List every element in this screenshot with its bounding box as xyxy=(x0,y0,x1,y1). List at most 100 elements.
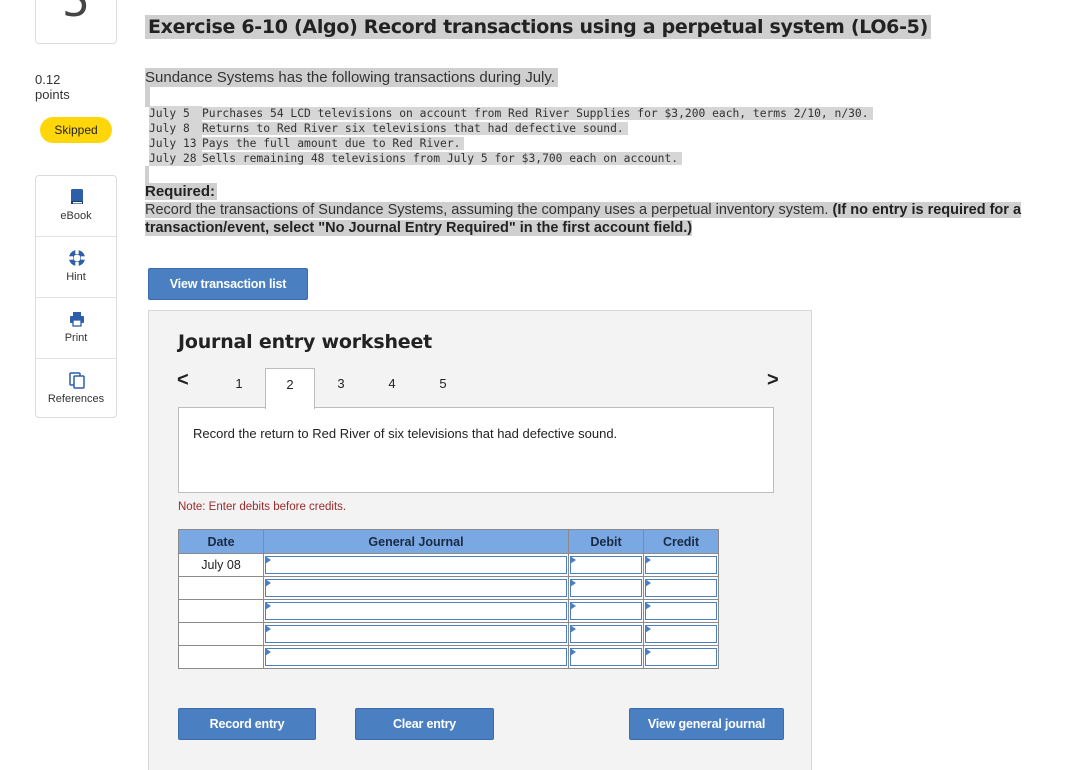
points-info: 0.12 points xyxy=(35,72,70,102)
tab-entry-5[interactable]: 5 xyxy=(418,368,468,408)
book-icon xyxy=(71,189,83,204)
status-badge: Skipped xyxy=(40,117,112,143)
debit-input[interactable] xyxy=(570,556,642,574)
table-row: July 08 xyxy=(178,553,719,577)
journal-table: Date General Journal Debit Credit July 0… xyxy=(178,529,719,669)
input-marker-icon xyxy=(570,602,576,610)
credit-cell xyxy=(643,599,719,623)
worksheet-title: Journal entry worksheet xyxy=(178,331,433,353)
debit-cell xyxy=(568,576,644,600)
input-marker-icon xyxy=(645,648,651,656)
next-entry-button[interactable]: > xyxy=(767,369,779,392)
tab-entry-4[interactable]: 4 xyxy=(367,368,417,408)
credit-input[interactable] xyxy=(645,579,717,597)
view-transaction-list-button[interactable]: View transaction list xyxy=(148,268,308,300)
date-cell xyxy=(178,599,264,623)
exercise-intro: Sundance Systems has the following trans… xyxy=(145,68,558,87)
transaction-row: July 13 Pays the full amount due to Red R… xyxy=(149,136,873,151)
record-entry-button[interactable]: Record entry xyxy=(178,708,316,740)
debit-cell xyxy=(568,553,644,577)
input-marker-icon xyxy=(645,625,651,633)
hint-button[interactable]: Hint xyxy=(36,237,116,298)
transaction-text: Sells remaining 48 televisions from July… xyxy=(202,152,683,165)
account-select[interactable] xyxy=(265,556,567,574)
account-cell xyxy=(263,576,569,600)
table-row xyxy=(178,599,719,623)
lifebuoy-icon xyxy=(69,250,85,266)
credit-cell xyxy=(643,576,719,600)
account-cell xyxy=(263,553,569,577)
view-general-journal-button[interactable]: View general journal xyxy=(629,708,784,740)
dropdown-marker-icon xyxy=(265,602,271,610)
transaction-text: Purchases 54 LCD televisions on account … xyxy=(202,107,873,120)
debit-input[interactable] xyxy=(570,602,642,620)
dropdown-marker-icon xyxy=(265,648,271,656)
prev-entry-button[interactable]: < xyxy=(177,369,189,392)
transaction-row: July 8 Returns to Red River six televisio… xyxy=(149,121,873,136)
debit-cell xyxy=(568,599,644,623)
references-button[interactable]: References xyxy=(36,359,116,420)
highlight-strip xyxy=(145,166,149,184)
account-select[interactable] xyxy=(265,602,567,620)
debit-input[interactable] xyxy=(570,648,642,666)
tab-entry-2[interactable]: 2 xyxy=(265,368,315,409)
transaction-list: July 5 Purchases 54 LCD televisions on ac… xyxy=(149,106,873,166)
credit-cell xyxy=(643,622,719,646)
input-marker-icon xyxy=(645,602,651,610)
column-header-general-journal: General Journal xyxy=(263,529,569,554)
account-cell xyxy=(263,599,569,623)
input-marker-icon xyxy=(570,648,576,656)
column-header-credit: Credit xyxy=(643,529,719,554)
credit-input[interactable] xyxy=(645,556,717,574)
print-label: Print xyxy=(64,332,88,344)
points-label: points xyxy=(35,87,70,102)
question-number-box: 5 xyxy=(35,0,117,44)
credit-input[interactable] xyxy=(645,625,717,643)
debit-cell xyxy=(568,622,644,646)
date-cell: July 08 xyxy=(178,553,264,577)
tab-entry-3[interactable]: 3 xyxy=(316,368,366,408)
entry-note: Note: Enter debits before credits. xyxy=(178,501,347,513)
credit-input[interactable] xyxy=(645,648,717,666)
transaction-date: July 13 xyxy=(149,136,202,151)
table-row xyxy=(178,622,719,646)
account-select[interactable] xyxy=(265,625,567,643)
transaction-text: Pays the full amount due to Red River. xyxy=(202,137,465,150)
question-number: 5 xyxy=(62,0,90,27)
journal-entry-worksheet: Journal entry worksheet < 1 2 3 4 5 > Re… xyxy=(148,310,812,770)
required-heading: Required: xyxy=(145,183,218,200)
table-row xyxy=(178,645,719,669)
tools-panel: eBook Hint Print References xyxy=(35,175,117,418)
clear-entry-button[interactable]: Clear entry xyxy=(355,708,494,740)
transaction-date: July 28 xyxy=(149,151,202,166)
dropdown-marker-icon xyxy=(265,556,271,564)
account-select[interactable] xyxy=(265,579,567,597)
date-cell xyxy=(178,576,264,600)
input-marker-icon xyxy=(645,556,651,564)
dropdown-marker-icon xyxy=(265,625,271,633)
print-button[interactable]: Print xyxy=(36,298,116,359)
debit-input[interactable] xyxy=(570,579,642,597)
tab-entry-1[interactable]: 1 xyxy=(214,368,264,408)
transaction-date: July 8 xyxy=(149,121,202,136)
input-marker-icon xyxy=(570,556,576,564)
input-marker-icon xyxy=(645,579,651,587)
debit-cell xyxy=(568,645,644,669)
input-marker-icon xyxy=(570,625,576,633)
highlight-strip xyxy=(145,87,150,107)
ebook-label: eBook xyxy=(60,210,92,222)
table-row xyxy=(178,576,719,600)
date-cell xyxy=(178,645,264,669)
copy-icon xyxy=(69,372,85,389)
account-cell xyxy=(263,645,569,669)
points-value: 0.12 xyxy=(35,72,61,87)
column-header-date: Date xyxy=(178,529,264,554)
column-header-debit: Debit xyxy=(568,529,644,554)
credit-input[interactable] xyxy=(645,602,717,620)
exercise-title: Exercise 6-10 (Algo) Record transactions… xyxy=(145,15,931,39)
entry-prompt: Record the return to Red River of six te… xyxy=(178,407,774,493)
transaction-date: July 5 xyxy=(149,106,202,121)
ebook-button[interactable]: eBook xyxy=(36,176,116,237)
debit-input[interactable] xyxy=(570,625,642,643)
account-select[interactable] xyxy=(265,648,567,666)
